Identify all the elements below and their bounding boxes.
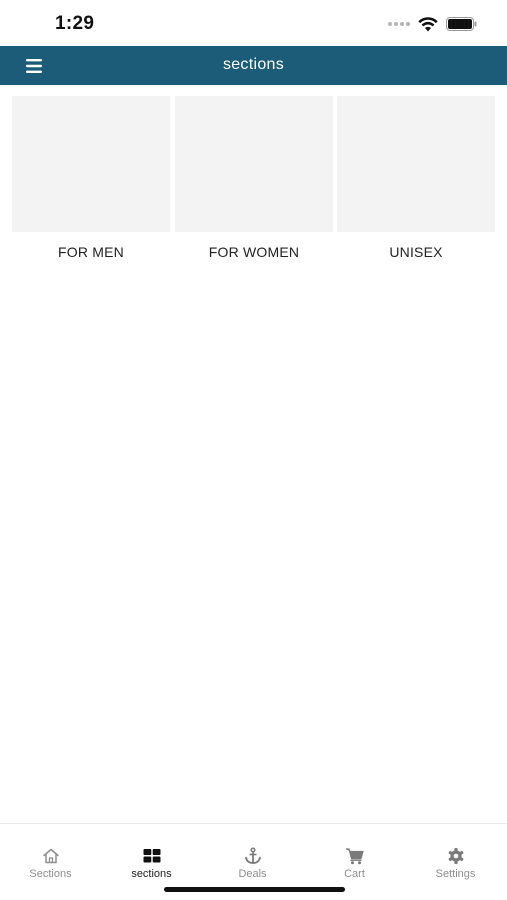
- tab-label: sections: [131, 868, 172, 880]
- section-card-for-men[interactable]: FOR MEN: [12, 96, 170, 266]
- tab-label: Settings: [435, 868, 476, 880]
- section-image: [337, 96, 495, 232]
- tab-sections-home[interactable]: Sections: [0, 824, 101, 884]
- section-label: FOR MEN: [58, 244, 124, 260]
- section-label: FOR WOMEN: [208, 244, 300, 260]
- section-card-unisex[interactable]: UNISEX: [337, 96, 495, 266]
- page-title: sections: [222, 56, 285, 73]
- wifi-icon: [418, 16, 438, 31]
- sections-grid: FOR MEN FOR WOMEN UNISEX: [12, 96, 495, 266]
- section-card-for-women[interactable]: FOR WOMEN: [175, 96, 333, 266]
- tab-cart[interactable]: Cart: [304, 824, 405, 884]
- section-label: UNISEX: [389, 244, 443, 260]
- tab-sections[interactable]: sections: [101, 824, 202, 884]
- home-icon: [42, 848, 59, 864]
- home-indicator: [164, 887, 345, 892]
- tab-deals[interactable]: Deals: [202, 824, 303, 884]
- tab-label: Deals: [238, 868, 267, 880]
- status-bar: 1:29: [0, 0, 507, 46]
- tab-label: Sections: [29, 868, 72, 880]
- tab-label: Cart: [344, 868, 365, 880]
- cart-icon: [345, 848, 364, 865]
- battery-icon: [446, 17, 477, 31]
- status-time: 1:29: [55, 13, 95, 34]
- gear-icon: [448, 848, 463, 864]
- anchor-icon: [244, 847, 261, 864]
- cellular-signal-icon: [388, 22, 410, 26]
- grid-icon: [143, 849, 160, 863]
- tab-settings[interactable]: Settings: [405, 824, 506, 884]
- section-image: [12, 96, 170, 232]
- status-icons: [388, 14, 477, 34]
- section-image: [175, 96, 333, 232]
- app-bar: sections: [0, 46, 507, 85]
